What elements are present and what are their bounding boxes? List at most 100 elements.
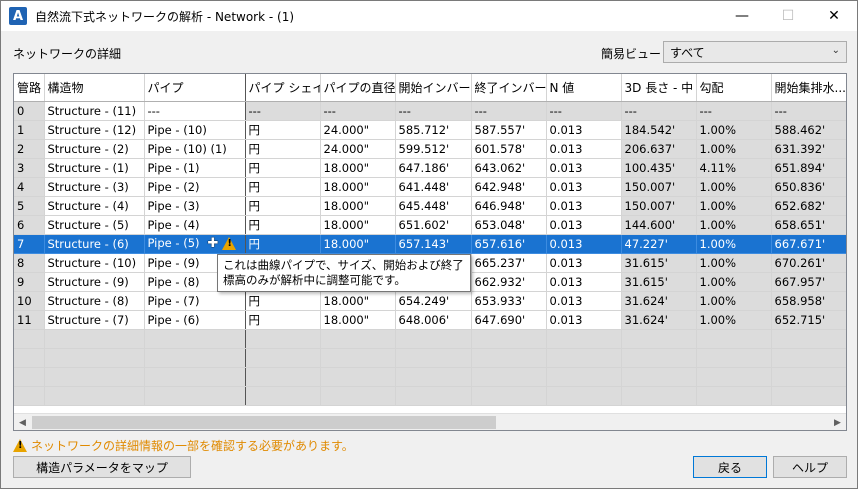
horizontal-scrollbar[interactable]: ◀ ▶: [14, 413, 846, 430]
table-cell[interactable]: 18.000": [320, 177, 396, 197]
table-cell[interactable]: 653.933': [471, 291, 547, 311]
help-button[interactable]: ヘルプ: [773, 456, 847, 478]
table-cell[interactable]: 647.690': [471, 310, 547, 330]
table-cell[interactable]: 0.013: [546, 139, 622, 159]
table-cell[interactable]: 631.392': [771, 139, 846, 159]
table-cell[interactable]: 653.048': [471, 215, 547, 235]
table-cell[interactable]: 円: [245, 291, 321, 311]
table-cell[interactable]: ---: [395, 101, 472, 121]
table-cell[interactable]: 1.00%: [696, 253, 772, 273]
table-cell[interactable]: 1.00%: [696, 196, 772, 216]
table-cell[interactable]: 1.00%: [696, 310, 772, 330]
minimize-button[interactable]: —: [719, 1, 765, 31]
table-cell[interactable]: ---: [320, 101, 396, 121]
table-cell[interactable]: 円: [245, 158, 321, 178]
table-cell[interactable]: 150.007': [621, 196, 697, 216]
table-cell[interactable]: 0.013: [546, 291, 622, 311]
table-cell[interactable]: 651.602': [395, 215, 472, 235]
table-cell[interactable]: 4.11%: [696, 158, 772, 178]
table-cell[interactable]: 1.00%: [696, 291, 772, 311]
table-cell[interactable]: 144.600': [621, 215, 697, 235]
table-cell[interactable]: 0.013: [546, 234, 622, 254]
table-cell[interactable]: 657.143': [395, 234, 472, 254]
table-cell[interactable]: 0.013: [546, 158, 622, 178]
table-cell[interactable]: 18.000": [320, 215, 396, 235]
table-cell[interactable]: Pipe - (3): [144, 196, 246, 216]
close-button[interactable]: ✕: [811, 1, 857, 31]
table-cell[interactable]: 670.261': [771, 253, 846, 273]
table-cell[interactable]: Structure - (5): [44, 215, 145, 235]
table-row[interactable]: 2 Structure - (2) Pipe - (10) (1) 円 24.000" 5…: [14, 139, 846, 159]
table-cell[interactable]: 150.007': [621, 177, 697, 197]
table-cell[interactable]: 585.712': [395, 120, 472, 140]
table-cell[interactable]: 9: [14, 272, 45, 292]
table-cell[interactable]: 667.671': [771, 234, 846, 254]
table-cell[interactable]: 円: [245, 215, 321, 235]
table-row[interactable]: 11 Structure - (7) Pipe - (6) 円 18.000" 648.0…: [14, 310, 846, 330]
table-cell[interactable]: Structure - (12): [44, 120, 145, 140]
table-cell[interactable]: 0: [14, 101, 45, 121]
table-cell[interactable]: 0.013: [546, 272, 622, 292]
table-cell[interactable]: 641.448': [395, 177, 472, 197]
table-cell[interactable]: 647.186': [395, 158, 472, 178]
table-cell[interactable]: ---: [696, 101, 772, 121]
table-cell[interactable]: ---: [245, 101, 321, 121]
table-row[interactable]: 6 Structure - (5) Pipe - (4) 円 18.000" 651.60…: [14, 215, 846, 235]
table-cell[interactable]: 650.836': [771, 177, 846, 197]
table-cell[interactable]: 47.227': [621, 234, 697, 254]
table-cell[interactable]: 206.637': [621, 139, 697, 159]
table-cell[interactable]: 3: [14, 158, 45, 178]
table-cell[interactable]: 円: [245, 177, 321, 197]
table-cell[interactable]: 657.616': [471, 234, 547, 254]
table-cell[interactable]: 円: [245, 139, 321, 159]
table-cell[interactable]: 184.542': [621, 120, 697, 140]
table-row[interactable]: 7 Structure - (6) Pipe - (5) ✚ 円 18.000" 657.1…: [14, 234, 846, 254]
table-cell[interactable]: 2: [14, 139, 45, 159]
table-cell[interactable]: 648.006': [395, 310, 472, 330]
table-cell[interactable]: 8: [14, 253, 45, 273]
table-cell[interactable]: 652.682': [771, 196, 846, 216]
table-cell[interactable]: 587.557': [471, 120, 547, 140]
table-cell[interactable]: ---: [471, 101, 547, 121]
table-cell[interactable]: 0.013: [546, 120, 622, 140]
table-cell[interactable]: Pipe - (1): [144, 158, 246, 178]
table-cell[interactable]: 円: [245, 120, 321, 140]
table-cell[interactable]: Structure - (6): [44, 234, 145, 254]
table-cell[interactable]: 18.000": [320, 310, 396, 330]
table-cell[interactable]: 658.651': [771, 215, 846, 235]
table-cell[interactable]: Pipe - (10) (1): [144, 139, 246, 159]
table-cell[interactable]: 24.000": [320, 120, 396, 140]
table-cell[interactable]: 0.013: [546, 177, 622, 197]
table-cell[interactable]: ---: [546, 101, 622, 121]
scroll-left-icon[interactable]: ◀: [14, 414, 31, 430]
table-cell[interactable]: ---: [621, 101, 697, 121]
table-cell[interactable]: Structure - (11): [44, 101, 145, 121]
network-grid[interactable]: 管路構造物パイプパイプ シェイプパイプの直径開始インバー終了インバーN 値3D …: [13, 73, 847, 431]
back-button[interactable]: 戻る: [693, 456, 767, 478]
table-cell[interactable]: Structure - (1): [44, 158, 145, 178]
table-cell[interactable]: 1.00%: [696, 120, 772, 140]
table-cell[interactable]: Pipe - (10): [144, 120, 246, 140]
scroll-right-icon[interactable]: ▶: [829, 414, 846, 430]
table-cell[interactable]: 100.435': [621, 158, 697, 178]
table-cell[interactable]: 11: [14, 310, 45, 330]
table-cell[interactable]: 588.462': [771, 120, 846, 140]
table-cell[interactable]: 円: [245, 196, 321, 216]
table-cell[interactable]: 0.013: [546, 196, 622, 216]
table-cell[interactable]: 662.932': [471, 272, 547, 292]
table-cell[interactable]: Structure - (2): [44, 139, 145, 159]
column-header[interactable]: 3D 長さ - 中: [621, 74, 697, 102]
table-cell[interactable]: 円: [245, 310, 321, 330]
table-cell[interactable]: Structure - (10): [44, 253, 145, 273]
table-row[interactable]: 5 Structure - (4) Pipe - (3) 円 18.000" 645.44…: [14, 196, 846, 216]
table-row[interactable]: 0 Structure - (11) --- --- --- --- --- --- --- --…: [14, 101, 846, 121]
table-row[interactable]: 1 Structure - (12) Pipe - (10) 円 24.000" 585.…: [14, 120, 846, 140]
table-cell[interactable]: Structure - (3): [44, 177, 145, 197]
table-cell[interactable]: ---: [144, 101, 246, 121]
table-cell[interactable]: Structure - (9): [44, 272, 145, 292]
table-cell[interactable]: 円: [245, 234, 321, 254]
column-header[interactable]: パイプ: [144, 74, 246, 102]
table-cell[interactable]: 0.013: [546, 253, 622, 273]
column-header[interactable]: 管路: [14, 74, 45, 102]
table-cell[interactable]: Pipe - (4): [144, 215, 246, 235]
